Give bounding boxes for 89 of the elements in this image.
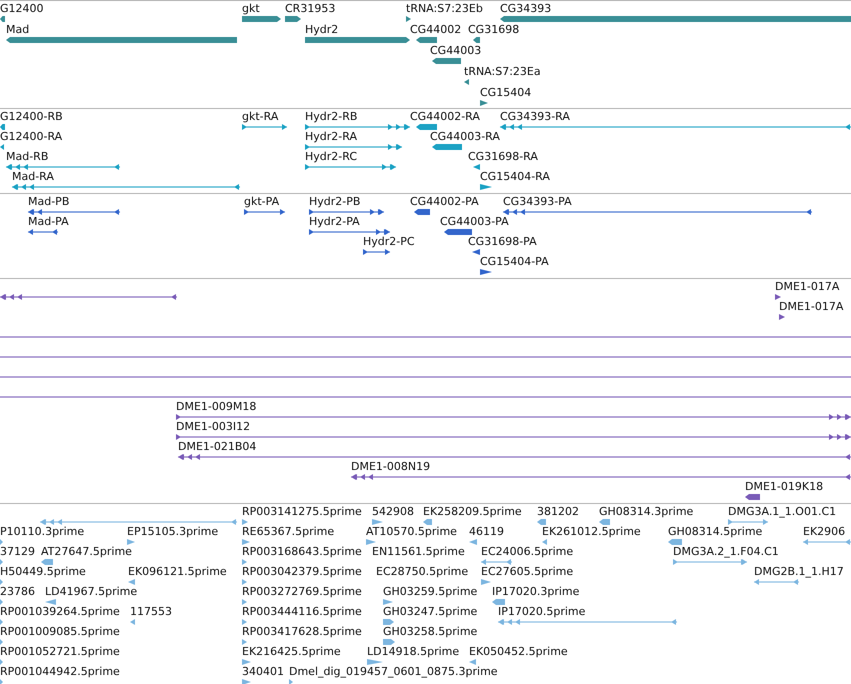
feature-label: IP17020.5prime — [498, 605, 586, 618]
feature-label: EP15105.3prime — [127, 525, 218, 538]
feature-label: gkt-RA — [242, 110, 278, 123]
feature-label: CR31953 — [285, 2, 336, 15]
feature-label: RP001052721.5prime — [0, 645, 120, 658]
feature-label: P10110.3prime — [0, 525, 84, 538]
feature-label: DMG2B.1_1.H17 — [754, 565, 844, 578]
feature-label: EK216425.5prime — [242, 645, 341, 658]
feature-label: RP003272769.5prime — [242, 585, 362, 598]
feature-label: DMG3A.2_1.F04.C1 — [673, 545, 779, 558]
feature-label: EC27605.5prime — [481, 565, 574, 578]
feature-label: G12400-RB — [0, 110, 63, 123]
feature-label: CG15404-PA — [480, 255, 549, 268]
feature-label: CG31698-RA — [468, 150, 538, 163]
feature-label: Mad-PB — [28, 195, 70, 208]
feature-label: RP003444116.5prime — [242, 605, 362, 618]
feature-label: CG34393 — [500, 2, 552, 15]
feature-label: CG15404 — [480, 86, 532, 99]
feature-label: Hydr2-RC — [305, 150, 358, 163]
feature-label: Mad-PA — [28, 215, 69, 228]
feature-label: RE65367.5prime — [242, 525, 334, 538]
feature-label: DMG3A.1_1.O01.C1 — [728, 505, 836, 518]
feature-label: 117553 — [130, 605, 172, 618]
feature-label: CG44003-RA — [430, 130, 500, 143]
feature-label: EK096121.5prime — [128, 565, 227, 578]
feature-label: AT27647.5prime — [41, 545, 132, 558]
feature-label: LD41967.5prime — [45, 585, 138, 598]
feature-label: RP003168643.5prime — [242, 545, 362, 558]
feature-label: RP003042379.5prime — [242, 565, 362, 578]
feature-label: CG44002-PA — [410, 195, 479, 208]
feature-label: Mad — [6, 23, 30, 36]
feature-label: Hydr2-PB — [309, 195, 360, 208]
feature-label: LD14918.5prime — [367, 645, 460, 658]
feature-label: Hydr2-PC — [363, 235, 415, 248]
feature-label: CG44002-RA — [410, 110, 480, 123]
feature-label: IP17020.3prime — [492, 585, 580, 598]
feature-label: tRNA:S7:23Eb — [406, 2, 483, 15]
feature-label: EC24006.5prime — [481, 545, 574, 558]
feature-label: DME1-021B04 — [178, 440, 256, 453]
feature-label: GH03259.5prime — [383, 585, 478, 598]
feature-label: tRNA:S7:23Ea — [464, 65, 541, 78]
feature-label: EK2906 — [803, 525, 846, 538]
feature-label: CG44003-PA — [440, 215, 509, 228]
feature-label: GH08314.5prime — [668, 525, 762, 538]
feature-label: Dmel_dig_019457_0601_0875.3prime — [289, 665, 498, 678]
feature-label: gkt-PA — [244, 195, 280, 208]
feature-label: RP003141275.5prime — [242, 505, 362, 518]
feature-label: 381202 — [537, 505, 579, 518]
feature-label: EK261012.5prime — [542, 525, 641, 538]
feature-label: 340401 — [242, 665, 284, 678]
feature-label: DME1-017A — [775, 280, 840, 293]
feature-label: DME1-003I12 — [176, 420, 250, 433]
feature-label: DME1-019K18 — [745, 480, 824, 493]
feature-label: 23786 — [0, 585, 35, 598]
feature-label: DME1-017A — [779, 300, 844, 313]
feature-label: Mad-RB — [6, 150, 48, 163]
feature-label: 46119 — [469, 525, 504, 538]
feature-label: H50449.5prime — [0, 565, 86, 578]
feature-label: DME1-008N19 — [351, 460, 430, 473]
feature-label: Hydr2 — [305, 23, 338, 36]
feature-label: EK050452.5prime — [469, 645, 568, 658]
feature-label: CG44002 — [410, 23, 462, 36]
feature-label: AT10570.5prime — [366, 525, 457, 538]
feature-label: RP001009085.5prime — [0, 625, 120, 638]
feature-label: RP003417628.5prime — [242, 625, 362, 638]
feature-label: CG44003 — [430, 44, 482, 57]
feature-label: CG31698-PA — [468, 235, 537, 248]
feature-label: G12400 — [0, 2, 44, 15]
feature-label: RP001039264.5prime — [0, 605, 120, 618]
feature-label: CG15404-RA — [480, 170, 550, 183]
feature-label: Hydr2-RA — [305, 130, 357, 143]
feature-label: EN11561.5prime — [372, 545, 465, 558]
feature-label: CG34393-RA — [500, 110, 570, 123]
feature-label: Mad-RA — [12, 170, 54, 183]
feature-label: GH08314.3prime — [599, 505, 694, 518]
feature-label: Hydr2-RB — [305, 110, 358, 123]
feature-label: 37129 — [0, 545, 35, 558]
feature-label: EC28750.5prime — [376, 565, 468, 578]
feature-label: GH03258.5prime — [383, 625, 478, 638]
feature-label: RP001044942.5prime — [0, 665, 120, 678]
feature-label: 542908 — [372, 505, 414, 518]
feature-label: CG34393-PA — [503, 195, 572, 208]
feature-label: Hydr2-PA — [309, 215, 360, 228]
feature-label: GH03247.5prime — [383, 605, 478, 618]
feature-label: CG31698 — [468, 23, 520, 36]
feature-label: DME1-009M18 — [176, 400, 256, 413]
feature-label: G12400-RA — [0, 130, 62, 143]
feature-label: EK258209.5prime — [423, 505, 522, 518]
feature-label: gkt — [242, 2, 260, 15]
